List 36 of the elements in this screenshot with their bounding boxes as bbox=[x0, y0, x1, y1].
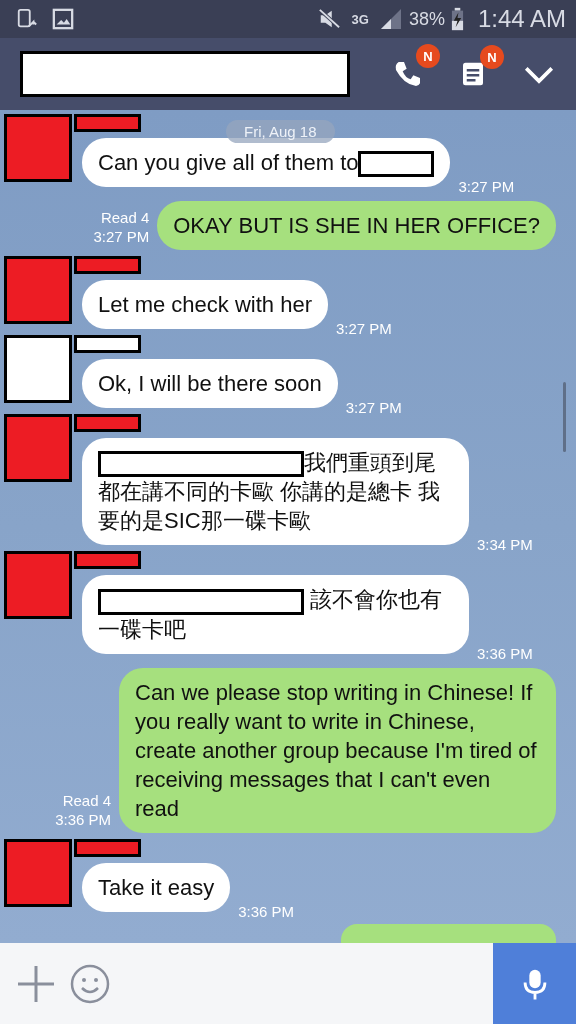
message-time: 3:27 PM bbox=[345, 399, 402, 417]
voice-button[interactable] bbox=[493, 943, 576, 1024]
message-bubble: Take it easy bbox=[82, 862, 231, 912]
redacted-name bbox=[74, 114, 141, 132]
redacted-name bbox=[74, 414, 141, 433]
read-receipt: Read 4 bbox=[62, 790, 111, 810]
redacted-name bbox=[74, 335, 141, 354]
redacted-name bbox=[74, 838, 141, 857]
message-time: 3:36 PM bbox=[55, 809, 111, 829]
message-time: 3:27 PM bbox=[93, 227, 150, 247]
redacted-name bbox=[74, 551, 141, 570]
redacted-name bbox=[74, 256, 141, 275]
notification-badge: N bbox=[416, 44, 440, 68]
message-bubble: Can we please stop writing in Chinese! If you really want to write in Chinese, create another group because I'm tired of receiving messages that I can't even read bbox=[119, 667, 556, 833]
battery-charging-icon bbox=[450, 7, 464, 31]
read-receipt: Read 4 bbox=[100, 208, 150, 228]
phone-sync-icon bbox=[16, 8, 38, 30]
notification-badge: N bbox=[480, 45, 504, 69]
image-icon bbox=[52, 8, 74, 30]
message-bubble: 該不會你也有一碟卡吧 bbox=[82, 575, 469, 654]
plus-icon[interactable] bbox=[16, 963, 56, 1004]
network-type: 3G bbox=[351, 11, 369, 27]
emoji-icon[interactable] bbox=[70, 963, 110, 1004]
message-bubble: 我們重頭到尾都在講不同的卡歐 你講的是總卡 我要的是SIC那一碟卡歐 bbox=[82, 438, 469, 546]
message-bubble: OKAY BUT IS SHE IN HER OFFICE? bbox=[157, 201, 556, 251]
date-label: Fri, Aug 18 bbox=[226, 120, 335, 143]
message-time: 3:34 PM bbox=[477, 536, 533, 554]
clock: 1:44 AM bbox=[477, 5, 566, 33]
message-time: 3:27 PM bbox=[458, 178, 515, 196]
scrollbar[interactable] bbox=[563, 382, 566, 452]
message-time: 3:36 PM bbox=[238, 902, 295, 920]
message-time: 3:36 PM bbox=[477, 644, 533, 662]
message-bubble: Let me check with her bbox=[82, 280, 328, 330]
message-bubble: Ok, I will be there soon bbox=[82, 359, 338, 409]
battery-percent: 38% bbox=[408, 8, 445, 30]
message-time: 3:27 PM bbox=[336, 320, 392, 338]
